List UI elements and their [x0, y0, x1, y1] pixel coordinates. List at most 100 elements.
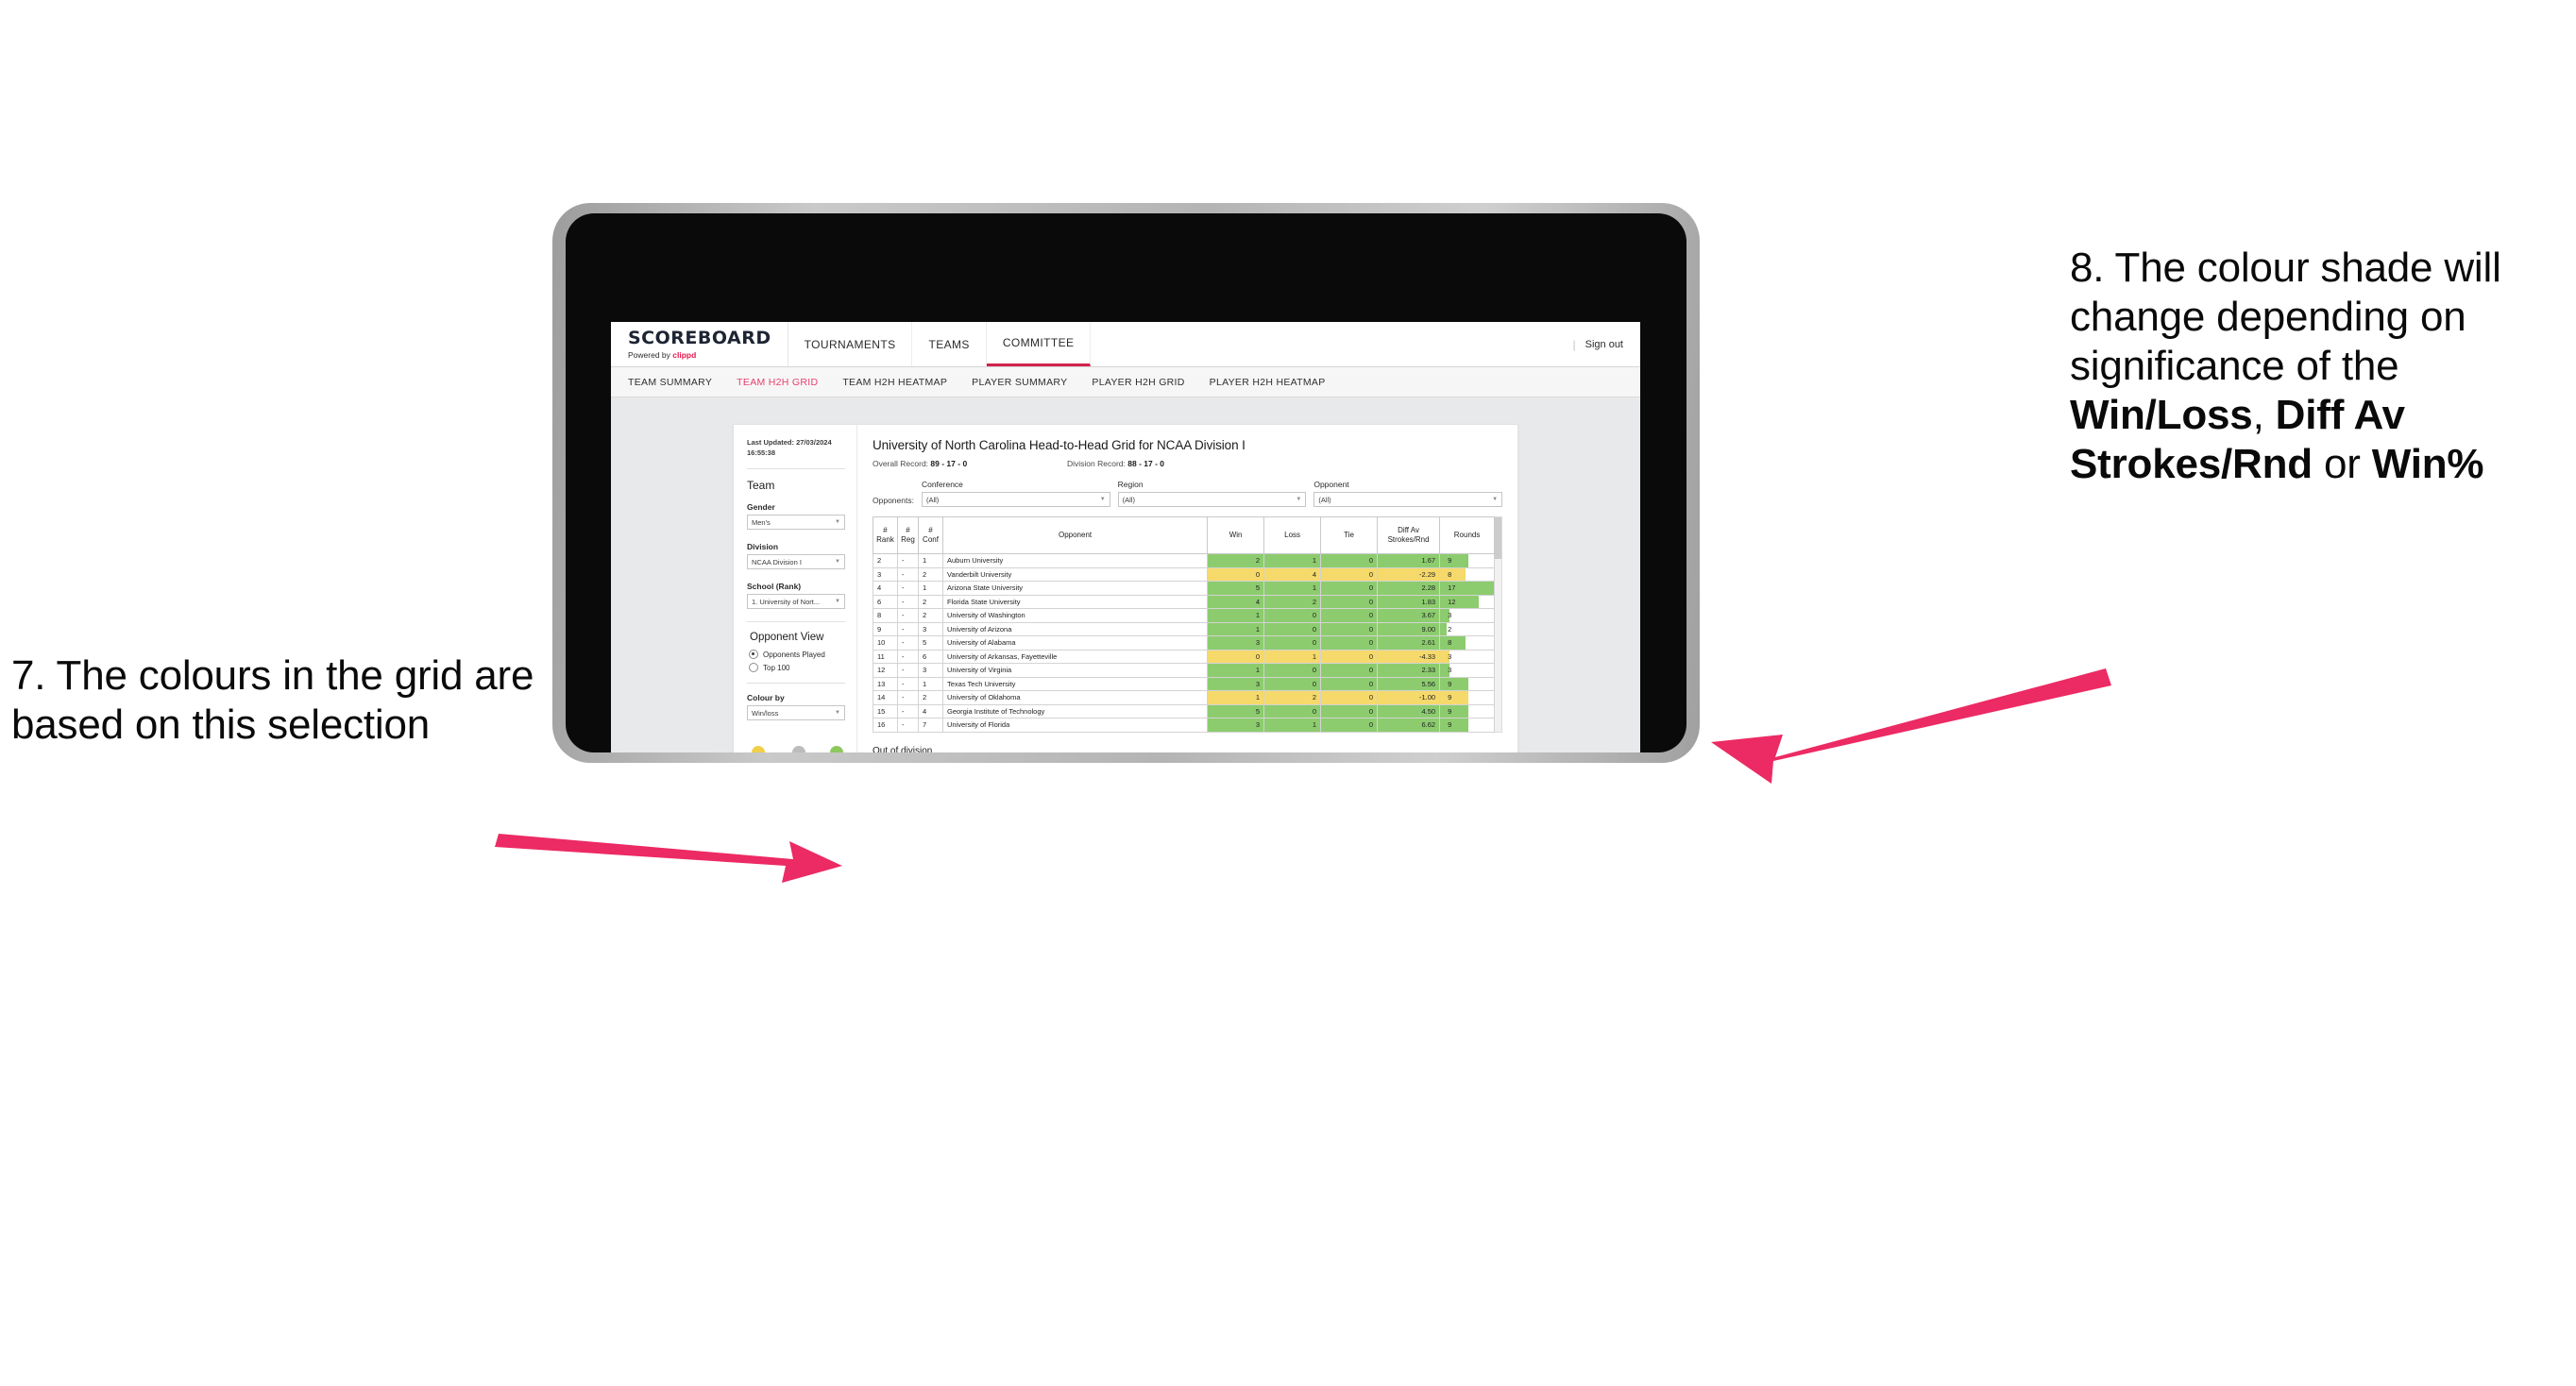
nav-tab-committee[interactable]: COMMITTEE — [986, 322, 1092, 366]
gender-select[interactable]: Men's ▼ — [747, 515, 845, 531]
column-header[interactable]: Rounds — [1439, 516, 1496, 554]
cell-reg: - — [897, 718, 919, 733]
cell-conf: 1 — [918, 553, 943, 568]
cell-tie: 0 — [1320, 676, 1379, 691]
cell-rounds: 8 — [1439, 635, 1496, 651]
nav-tab-tournaments[interactable]: TOURNAMENTS — [788, 322, 913, 366]
cell-rank: 11 — [873, 649, 898, 664]
table-row[interactable]: 10-5 University of Alabama 3 0 0 2.61 8 — [873, 635, 1496, 651]
subtab-team-h2h-grid[interactable]: TEAM H2H GRID — [737, 377, 818, 388]
opponent-label: Opponent — [1313, 480, 1349, 489]
table-row[interactable]: 6-2 Florida State University 4 2 0 1.83 12 — [873, 594, 1496, 609]
table-scrollbar[interactable] — [1495, 516, 1502, 733]
nav-tab-teams[interactable]: TEAMS — [912, 322, 987, 366]
brand-subtitle: Powered by clippd — [628, 349, 697, 360]
region-select[interactable]: (All) ▼ — [1117, 492, 1307, 507]
subtab-player-h2h-grid[interactable]: PLAYER H2H GRID — [1092, 377, 1184, 388]
column-header[interactable]: Loss — [1263, 516, 1322, 554]
cell-loss: 1 — [1263, 581, 1322, 596]
cell-tie: 0 — [1320, 703, 1379, 718]
cell-conf: 3 — [918, 621, 943, 636]
subtab-player-summary[interactable]: PLAYER SUMMARY — [972, 377, 1067, 388]
table-row[interactable]: 8-2 University of Washington 1 0 0 3.67 3 — [873, 608, 1496, 623]
cell-reg: - — [897, 663, 919, 678]
colour-by-select[interactable]: Win/loss ▼ — [747, 705, 845, 721]
colour-by-value: Win/loss — [752, 708, 779, 718]
cell-conf: 5 — [918, 635, 943, 651]
table-row[interactable]: 9-3 University of Arizona 1 0 0 9.00 2 — [873, 621, 1496, 636]
cell-win: 1 — [1207, 663, 1265, 678]
table-row[interactable]: 14-2 University of Oklahoma 1 2 0 -1.00 9 — [873, 690, 1496, 705]
column-header[interactable]: Win — [1207, 516, 1265, 554]
cell-conf: 6 — [918, 649, 943, 664]
table-header-row: # Rank # Reg # Conf Opponent Win Loss Tie Diff Av S… — [873, 516, 1496, 554]
cell-loss: 0 — [1263, 676, 1322, 691]
cell-tie: 0 — [1320, 581, 1379, 596]
school-label: School (Rank) — [747, 582, 802, 592]
cell-win: 5 — [1207, 581, 1265, 596]
scrollbar-thumb[interactable] — [1495, 517, 1501, 559]
cell-win: 0 — [1207, 566, 1265, 582]
radio-top-100[interactable]: Top 100 — [747, 663, 845, 673]
cell-diff: 4.50 — [1377, 703, 1441, 718]
legend-item-down: Down — [749, 746, 767, 752]
cell-reg: - — [897, 649, 919, 664]
division-select[interactable]: NCAA Division I ▼ — [747, 554, 845, 570]
column-header[interactable]: Tie — [1320, 516, 1379, 554]
cell-opponent: University of Alabama — [941, 635, 1209, 651]
cell-conf: 2 — [918, 690, 943, 705]
cell-rank: 13 — [873, 676, 898, 691]
cell-conf: 2 — [918, 608, 943, 623]
school-field: School (Rank) 1. University of Nort... ▼ — [747, 582, 845, 610]
cell-opponent: University of Arizona — [941, 621, 1209, 636]
table-row[interactable]: 3-2 Vanderbilt University 0 4 0 -2.29 8 — [873, 566, 1496, 582]
view-title: University of North Carolina Head-to-Hea… — [873, 438, 1246, 452]
cell-opponent: Florida State University — [941, 594, 1209, 609]
table-row[interactable]: 11-6 University of Arkansas, Fayetteville… — [873, 649, 1496, 664]
workbook-card: Last Updated: 27/03/2024 16:55:38 Team G… — [733, 424, 1518, 752]
cell-win: 5 — [1207, 703, 1265, 718]
cell-rounds: 9 — [1439, 690, 1496, 705]
annotation-7-arrow — [495, 834, 842, 883]
subtab-team-h2h-heatmap[interactable]: TEAM H2H HEATMAP — [842, 377, 947, 388]
column-header[interactable]: # Reg — [897, 516, 919, 554]
cell-tie: 0 — [1320, 566, 1379, 582]
table-row[interactable]: 12-3 University of Virginia 1 0 0 2.33 3 — [873, 663, 1496, 678]
cell-opponent: University of Washington — [941, 608, 1209, 623]
column-header[interactable]: # Rank — [873, 516, 898, 554]
cell-rank: 4 — [873, 581, 898, 596]
cell-rank: 6 — [873, 594, 898, 609]
column-header[interactable]: # Conf — [918, 516, 943, 554]
subtab-team-summary[interactable]: TEAM SUMMARY — [628, 377, 712, 388]
table-row[interactable]: 4-1 Arizona State University 5 1 0 2.28 17 — [873, 581, 1496, 596]
column-header[interactable]: Opponent — [941, 516, 1209, 554]
cell-tie: 0 — [1320, 635, 1379, 651]
cell-loss: 1 — [1263, 718, 1322, 733]
cell-diff: 1.83 — [1377, 594, 1441, 609]
cell-reg: - — [897, 594, 919, 609]
cell-conf: 2 — [918, 566, 943, 582]
radio-icon — [749, 650, 758, 660]
column-header[interactable]: Diff Av Strokes/Rnd — [1377, 516, 1441, 554]
table-row[interactable]: 2-1 Auburn University 2 1 0 1.67 9 — [873, 553, 1496, 568]
cell-conf: 1 — [918, 581, 943, 596]
secondary-nav: TEAM SUMMARY TEAM H2H GRID TEAM H2H HEAT… — [611, 367, 1640, 397]
subtab-player-h2h-heatmap[interactable]: PLAYER H2H HEATMAP — [1210, 377, 1326, 388]
chevron-down-icon: ▼ — [835, 710, 840, 717]
conference-select[interactable]: (All) ▼ — [921, 492, 1110, 507]
gender-value: Men's — [752, 517, 771, 527]
school-select[interactable]: 1. University of Nort... ▼ — [747, 594, 845, 610]
chevron-down-icon: ▼ — [835, 559, 840, 566]
table-row[interactable]: 16-7 University of Florida 3 1 0 6.62 9 — [873, 718, 1496, 733]
table-row[interactable]: 13-1 Texas Tech University 3 0 0 5.56 9 — [873, 676, 1496, 691]
table-row[interactable]: 15-4 Georgia Institute of Technology 5 0 0 4.… — [873, 703, 1496, 718]
cell-opponent: University of Virginia — [941, 663, 1209, 678]
grid-view: University of North Carolina Head-to-Hea… — [857, 425, 1517, 752]
cell-rounds: 8 — [1439, 566, 1496, 582]
opponent-select[interactable]: (All) ▼ — [1313, 492, 1503, 507]
sign-out-link[interactable]: Sign out — [1585, 339, 1623, 350]
radio-opponents-played[interactable]: Opponents Played — [747, 650, 845, 660]
legend-dot-icon — [751, 746, 765, 752]
cell-reg: - — [897, 635, 919, 651]
cell-diff: -4.33 — [1377, 649, 1441, 664]
